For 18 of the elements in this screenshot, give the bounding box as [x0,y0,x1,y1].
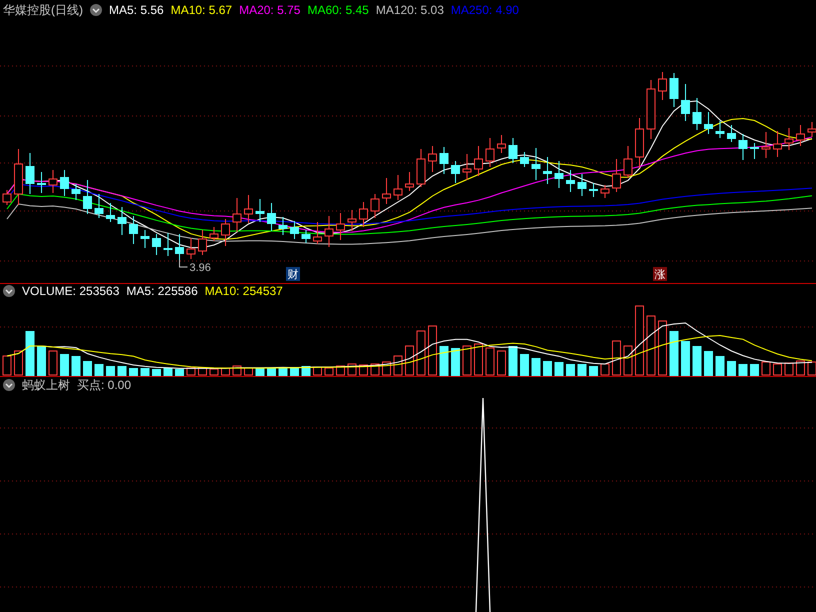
ma-indicator: MA20: 5.75 [239,3,300,18]
volume-indicator: MA5: 225586 [126,284,198,298]
ma-indicator: MA250: 4.90 [450,3,519,18]
dropdown-icon[interactable] [90,4,102,16]
ma-indicator: MA5: 5.56 [109,3,164,18]
volume-indicator: VOLUME: 253563 [22,284,120,298]
event-marker[interactable]: 涨 [653,266,667,281]
volume-indicator: MA10: 254537 [204,284,283,298]
buy-signal-value: 买点: 0.00 [77,376,132,394]
dropdown-icon[interactable] [3,379,15,391]
ma-indicator: MA60: 5.45 [307,3,369,18]
ma-indicator: MA120: 5.03 [376,3,444,18]
ma-indicator: MA10: 5.67 [170,3,232,18]
low-price-label: 3.96 [179,259,211,274]
indicator-title: 蚂蚁上树 [22,376,70,394]
dropdown-icon[interactable] [3,285,15,298]
event-marker[interactable]: 财 [286,266,300,281]
stock-title: 华媒控股(日线) [3,2,83,19]
